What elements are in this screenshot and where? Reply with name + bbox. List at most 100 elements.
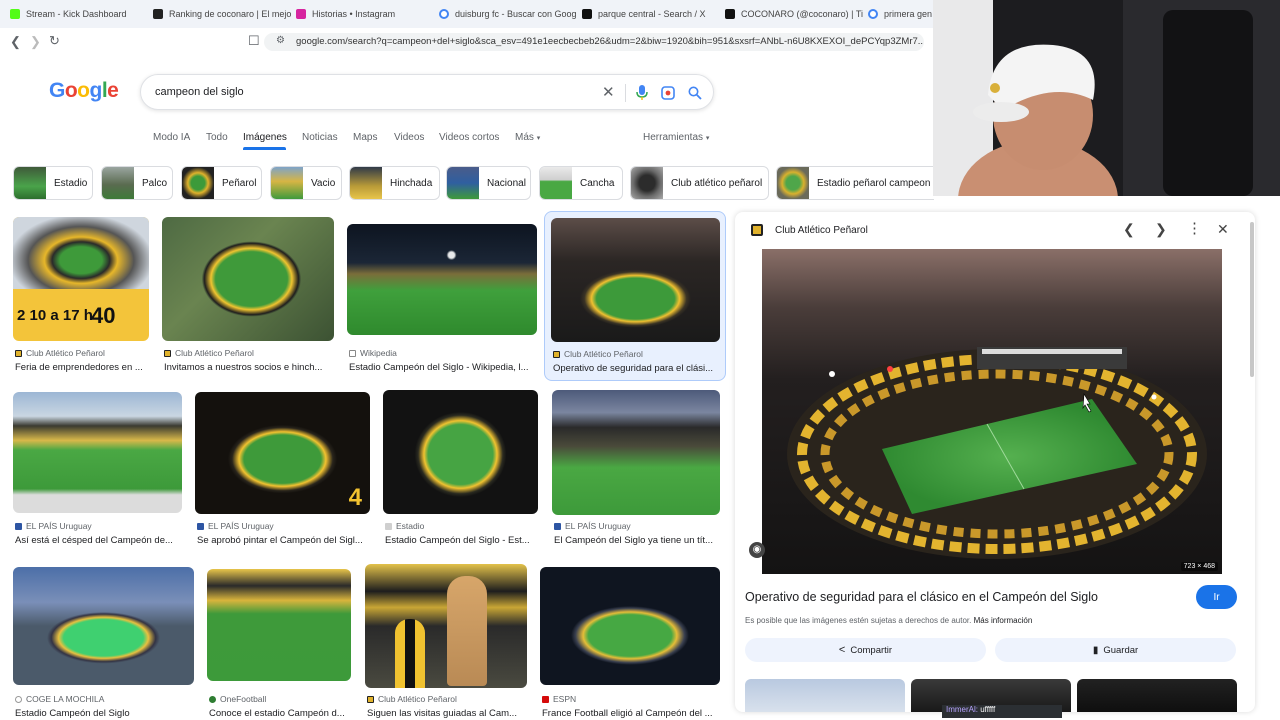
result-image[interactable] [162, 217, 334, 341]
result-title[interactable]: Operativo de seguridad para el clási... [553, 363, 719, 374]
chip-estadio[interactable]: Estadio [13, 166, 93, 200]
result-card[interactable]: EL PAÍS Uruguay Así está el césped del C… [13, 392, 182, 552]
tab-videos[interactable]: Videos [394, 132, 424, 143]
dropdown-arrow-icon: ▾ [705, 135, 710, 142]
result-image[interactable] [365, 564, 527, 688]
result-card[interactable]: Club Atlético Peñarol Siguen las visitas… [365, 564, 528, 720]
more-options-icon[interactable]: ⋮ [1187, 219, 1202, 237]
result-image[interactable] [13, 392, 182, 513]
tab-videos-cortos[interactable]: Videos cortos [439, 132, 499, 143]
result-image[interactable] [383, 390, 538, 514]
forward-icon[interactable]: ❯ [30, 34, 41, 50]
lens-icon[interactable] [661, 86, 675, 100]
x-icon [153, 9, 163, 19]
next-icon[interactable]: ❯ [1155, 221, 1167, 238]
chip-club-atletico-penarol[interactable]: Club atlético peñarol [630, 166, 769, 200]
penarol-crest-icon [164, 349, 171, 357]
result-card-selected[interactable]: Club Atlético Peñarol Operativo de segur… [544, 211, 726, 381]
result-image[interactable] [347, 224, 537, 335]
chip-palco[interactable]: Palco [101, 166, 173, 200]
result-card[interactable]: Wikipedia Estadio Campeón del Siglo - Wi… [347, 217, 537, 377]
save-button[interactable]: ▮ Guardar [995, 638, 1236, 662]
result-title[interactable]: Así está el césped del Campeón de... [15, 535, 182, 546]
penarol-crest-icon [751, 224, 763, 236]
result-card[interactable]: ESPN France Football eligió al Campeón d… [540, 567, 720, 720]
result-title[interactable]: Estadio Campeón del Siglo [15, 708, 194, 719]
result-image[interactable] [540, 567, 720, 685]
result-source: COGE LA MOCHILA [15, 694, 104, 704]
back-icon[interactable]: ❮ [10, 34, 21, 50]
result-card[interactable]: OneFootball Conoce el estadio Campeón d.… [207, 569, 352, 720]
tab-ranking[interactable]: Ranking de coconaro | El mejo [153, 0, 293, 28]
result-card[interactable]: 4 EL PAÍS Uruguay Se aprobó pintar el Ca… [195, 392, 370, 552]
tab-parque-central[interactable]: parque central - Search / X [582, 0, 722, 28]
result-image[interactable] [13, 567, 194, 685]
result-card[interactable]: Club Atlético Peñarol Invitamos a nuestr… [162, 217, 334, 377]
search-input[interactable]: campeon del siglo [155, 86, 244, 98]
el-pais-icon [15, 522, 22, 530]
result-title[interactable]: Se aprobó pintar el Campeón del Sigl... [197, 535, 369, 546]
result-image[interactable]: 4 [195, 392, 370, 514]
result-image[interactable] [207, 569, 351, 681]
result-image[interactable] [551, 218, 720, 342]
previous-icon[interactable]: ❮ [1123, 221, 1135, 238]
visit-button[interactable]: Ir [1196, 585, 1237, 609]
chip-vacio[interactable]: Vacio [270, 166, 342, 200]
chip-hinchada[interactable]: Hinchada [349, 166, 440, 200]
result-source: ESPN [542, 694, 576, 704]
result-title[interactable]: Estadio Campeón del Siglo - Wikipedia, l… [349, 362, 537, 373]
tab-imagenes[interactable]: Imágenes [243, 132, 287, 143]
tab-mas[interactable]: Más ▾ [515, 132, 540, 143]
onefootball-icon [209, 695, 216, 703]
result-title[interactable]: Siguen las visitas guiadas al Cam... [367, 708, 527, 719]
tab-coconaro-tiktok[interactable]: COCONARO (@coconaro) | Ti [725, 0, 865, 28]
chip-nacional[interactable]: Nacional [446, 166, 531, 200]
related-image[interactable] [1077, 679, 1237, 712]
tab-todo[interactable]: Todo [206, 132, 228, 143]
tab-maps[interactable]: Maps [353, 132, 377, 143]
result-image[interactable] [552, 390, 720, 515]
share-button[interactable]: < Compartir [745, 638, 986, 662]
result-title[interactable]: Feria de emprendedores en ... [15, 362, 150, 373]
result-title[interactable]: El Campeón del Siglo ya tiene un tít... [554, 535, 719, 546]
search-box[interactable]: campeon del siglo ✕ [140, 74, 714, 110]
result-image[interactable]: 2 10 a 17 h 40 [13, 217, 149, 341]
clear-icon[interactable]: ✕ [602, 83, 615, 101]
url-field[interactable]: ⚙ google.com/search?q=campeon+del+siglo&… [264, 33, 924, 51]
tab-kick-dashboard[interactable]: Stream - Kick Dashboard [10, 0, 150, 28]
panel-title[interactable]: Operativo de seguridad para el clásico e… [745, 590, 1098, 604]
result-title[interactable]: Estadio Campeón del Siglo - Est... [385, 535, 538, 546]
tools-button[interactable]: Herramientas ▾ [643, 132, 709, 143]
microphone-icon[interactable] [636, 85, 648, 101]
result-card[interactable]: Estadio Estadio Campeón del Siglo - Est.… [383, 390, 539, 552]
site-info-icon[interactable]: ⚙ [276, 35, 285, 46]
lens-search-icon[interactable]: ◉ [749, 542, 765, 558]
bookmark-icon[interactable]: ☐ [248, 33, 260, 49]
chip-estadio-penarol-campeon[interactable]: Estadio peñarol campeon [776, 166, 934, 200]
reload-icon[interactable]: ↻ [49, 33, 60, 49]
result-card[interactable]: COGE LA MOCHILA Estadio Campeón del Sigl… [13, 567, 194, 720]
result-title[interactable]: France Football eligió al Campeón del ..… [542, 708, 720, 719]
panel-source[interactable]: Club Atlético Peñarol [775, 225, 868, 236]
preview-image[interactable]: 723 × 468 [762, 249, 1222, 574]
related-image[interactable] [745, 679, 905, 712]
tab-modo-ia[interactable]: Modo IA [153, 132, 190, 143]
chip-cancha[interactable]: Cancha [539, 166, 623, 200]
panel-scrollbar[interactable] [1250, 222, 1254, 377]
google-logo[interactable]: Google [49, 79, 119, 103]
more-info-link[interactable]: Más información [974, 616, 1033, 625]
close-icon[interactable]: ✕ [1217, 221, 1229, 238]
result-title[interactable]: Invitamos a nuestros socios e hinch... [164, 362, 334, 373]
result-card[interactable]: 2 10 a 17 h 40 Club Atlético Peñarol Fer… [13, 217, 150, 377]
tab-primera-gener[interactable]: primera gener [868, 0, 932, 28]
tab-instagram[interactable]: Historias • Instagram [296, 0, 436, 28]
stadium-photo [383, 390, 538, 514]
result-title[interactable]: Conoce el estadio Campeón d... [209, 708, 351, 719]
tab-duisburg-search[interactable]: duisburg fc - Buscar con Goog [439, 0, 579, 28]
tab-noticias[interactable]: Noticias [302, 132, 338, 143]
search-icon[interactable] [688, 86, 702, 100]
stadium-photo [162, 217, 334, 341]
chip-thumbnail [350, 167, 382, 199]
result-card[interactable]: EL PAÍS Uruguay El Campeón del Siglo ya … [552, 390, 720, 552]
chip-penarol[interactable]: Peñarol [181, 166, 262, 200]
